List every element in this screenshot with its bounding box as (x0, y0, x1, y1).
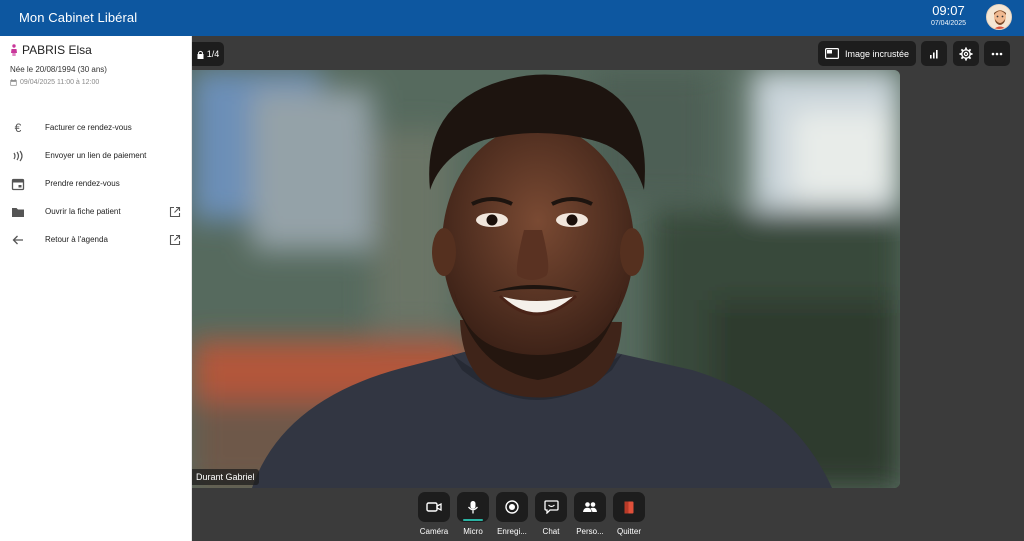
appointment-time: 09/04/2025 11:00 à 12:00 (10, 79, 99, 86)
app-title: Mon Cabinet Libéral (19, 10, 138, 25)
external-link-icon (169, 233, 181, 246)
video-frame (192, 70, 900, 488)
chat-icon (543, 500, 559, 514)
patient-dob: Née le 20/08/1994 (30 ans) (10, 65, 107, 74)
record-control[interactable]: Enregi... (496, 492, 528, 536)
record-button[interactable] (496, 492, 528, 522)
settings-button[interactable] (953, 41, 979, 66)
video-stage: 1/4 Image incrustée Durant Gabriel Camér… (192, 36, 1024, 541)
menu-item-fiche-patient[interactable]: Ouvrir la fiche patient (0, 198, 192, 226)
camera-icon (426, 502, 442, 512)
menu-item-label: Facturer ce rendez-vous (45, 123, 132, 132)
participant-video (192, 70, 900, 488)
people-control[interactable]: Perso... (574, 492, 606, 536)
quit-label: Quitter (616, 527, 641, 536)
microphone-icon (467, 500, 479, 513)
avatar-icon (987, 5, 1011, 29)
folder-icon (11, 205, 25, 219)
chat-button[interactable] (535, 492, 567, 522)
clock: 09:07 07/04/2025 (931, 4, 966, 27)
lock-icon (197, 50, 204, 59)
top-header: Mon Cabinet Libéral 09:07 07/04/2025 (0, 0, 1024, 36)
calendar-icon (11, 177, 25, 191)
participant-name-tag: Durant Gabriel (192, 469, 259, 485)
gear-icon (959, 47, 973, 60)
quit-icon (624, 501, 634, 513)
patient-sidebar: PABRIS Elsa Née le 20/08/1994 (30 ans) 0… (0, 36, 192, 541)
microphone-label: Micro (463, 527, 483, 536)
record-label: Enregi... (497, 527, 527, 536)
record-icon (505, 500, 519, 514)
euro-icon: € (14, 121, 22, 135)
menu-item-facturer[interactable]: € Facturer ce rendez-vous (0, 114, 192, 142)
camera-button[interactable] (418, 492, 450, 522)
microphone-control[interactable]: Micro (457, 492, 489, 536)
menu-item-label: Retour à l'agenda (45, 235, 108, 244)
people-label: Perso... (576, 527, 604, 536)
connection-stats-button[interactable] (921, 41, 947, 66)
camera-control[interactable]: Caméra (418, 492, 450, 536)
female-patient-icon (11, 44, 17, 56)
menu-item-label: Ouvrir la fiche patient (45, 207, 121, 216)
people-button[interactable] (574, 492, 606, 522)
patient-header: PABRIS Elsa (10, 43, 92, 57)
external-link-icon (169, 205, 181, 218)
quit-control[interactable]: Quitter (613, 492, 645, 536)
menu-item-retour-agenda[interactable]: Retour à l'agenda (0, 226, 192, 254)
arrow-left-icon (11, 233, 25, 247)
microphone-button[interactable] (457, 492, 489, 522)
chat-label: Chat (542, 527, 560, 536)
patient-name: PABRIS Elsa (22, 43, 92, 57)
contactless-icon (11, 149, 25, 163)
picture-in-picture-button[interactable]: Image incrustée (818, 41, 916, 66)
more-options-button[interactable] (984, 41, 1010, 66)
menu-item-label: Prendre rendez-vous (45, 179, 120, 188)
sidebar-menu: € Facturer ce rendez-vous Envoyer un lie… (0, 114, 192, 254)
people-icon (583, 502, 597, 512)
more-dots-icon (991, 52, 1003, 55)
signal-bars-icon (930, 49, 938, 58)
picture-in-picture-icon (824, 48, 839, 59)
participant-counter-label: 1/4 (206, 49, 220, 59)
clock-time: 09:07 (932, 3, 965, 18)
pip-label: Image incrustée (844, 48, 910, 59)
user-avatar[interactable] (986, 4, 1012, 30)
menu-item-label: Envoyer un lien de paiement (45, 151, 147, 160)
quit-button[interactable] (613, 492, 645, 522)
camera-label: Caméra (419, 527, 449, 536)
chat-control[interactable]: Chat (535, 492, 567, 536)
clock-date: 07/04/2025 (930, 20, 966, 27)
call-controls: Caméra Micro Enregi... Chat Perso... Qui… (418, 492, 645, 536)
menu-item-lien-paiement[interactable]: Envoyer un lien de paiement (0, 142, 192, 170)
appointment-label: 09/04/2025 11:00 à 12:00 (20, 79, 100, 86)
calendar-small-icon (10, 79, 17, 86)
menu-item-prendre-rdv[interactable]: Prendre rendez-vous (0, 170, 192, 198)
participant-counter[interactable]: 1/4 (192, 42, 224, 66)
